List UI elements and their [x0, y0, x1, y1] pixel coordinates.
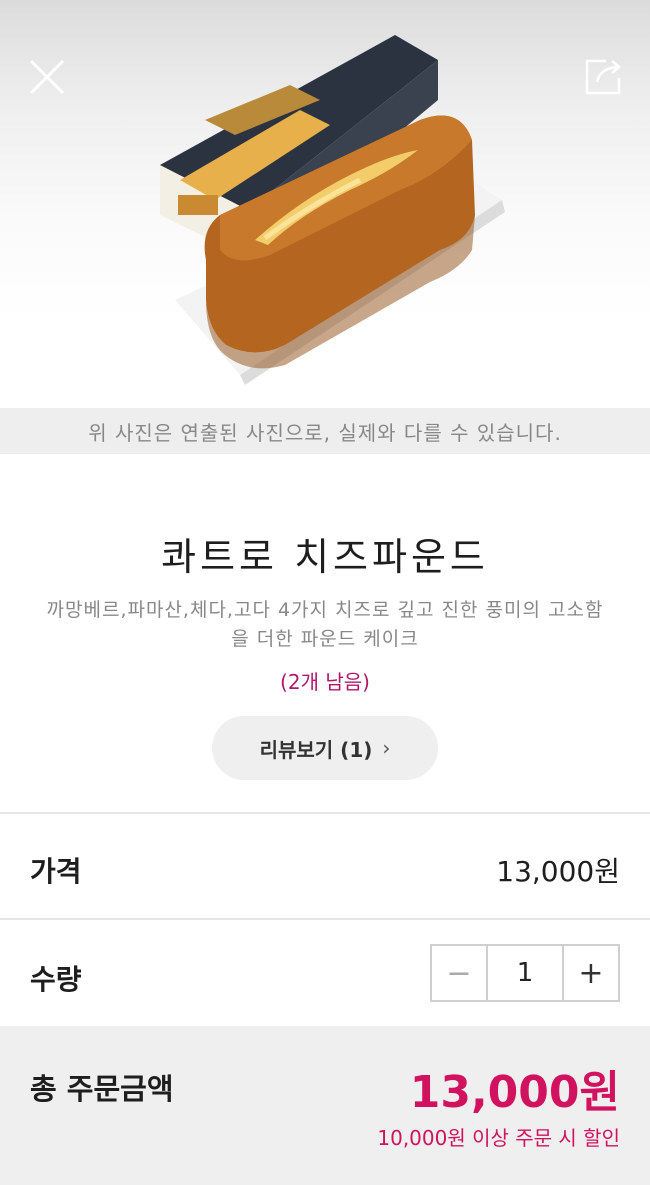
product-photo — [160, 35, 505, 385]
review-button[interactable]: 리뷰보기 (1) › — [212, 716, 438, 780]
close-icon[interactable] — [26, 56, 68, 98]
total-value: 13,000원 — [409, 1067, 620, 1118]
photo-notice: 위 사진은 연출된 사진으로, 실제와 다를 수 있습니다. — [0, 408, 650, 454]
decrease-button[interactable]: − — [432, 946, 488, 1000]
total-label: 총 주문금액 — [30, 1072, 174, 1106]
quantity-label: 수량 — [30, 963, 82, 996]
quantity-value: 1 — [516, 958, 534, 988]
price-row: 가격 13,000원 — [0, 814, 650, 918]
total-section: 총 주문금액 13,000원 10,000원 이상 주문 시 할인 — [0, 1026, 650, 1185]
increase-button[interactable]: + — [562, 946, 618, 1000]
review-button-label: 리뷰보기 (1) — [259, 737, 373, 762]
share-icon[interactable] — [584, 56, 624, 96]
quantity-row: 수량 − 1 + — [0, 920, 650, 1026]
quantity-stepper: − 1 + — [430, 944, 620, 1002]
product-description: 까망베르,파마산,체다,고다 4가지 치즈로 깊고 진한 풍미의 고소함을 더한… — [46, 599, 604, 650]
price-value: 13,000원 — [496, 855, 620, 888]
stock-badge: (2개 남음) — [280, 670, 370, 694]
chevron-right-icon: › — [382, 736, 391, 760]
discount-note: 10,000원 이상 주문 시 할인 — [377, 1126, 620, 1150]
price-label: 가격 — [30, 855, 82, 888]
product-title: 콰트로 치즈파운드 — [161, 535, 489, 579]
product-image-area — [0, 0, 650, 408]
product-info: 콰트로 치즈파운드 까망베르,파마산,체다,고다 4가지 치즈로 깊고 진한 풍… — [0, 454, 650, 812]
